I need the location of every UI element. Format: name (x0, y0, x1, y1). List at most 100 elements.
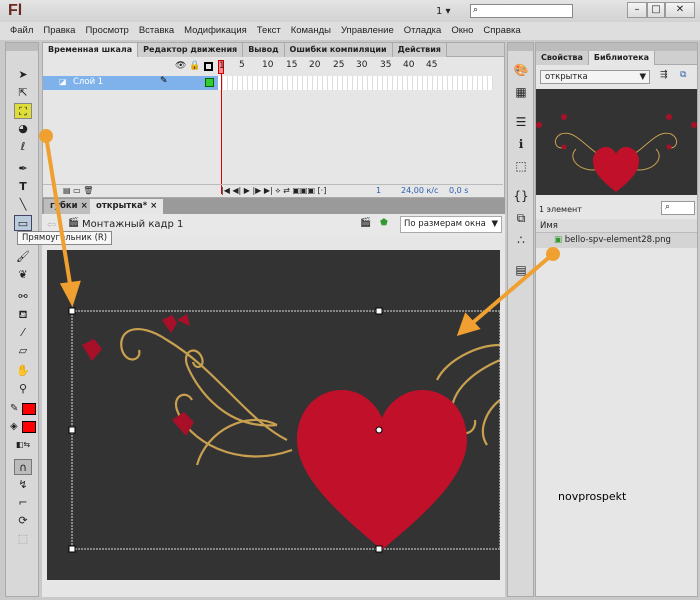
workspace-switcher[interactable]: 1 ▾ (436, 6, 451, 17)
panel-icons-column: 🎨 ▦ ☰ ℹ ⬚ {} ⧉ ∴ ▤ (507, 42, 534, 597)
fill-color-swatch[interactable] (22, 421, 36, 433)
menu-view[interactable]: Просмотр (81, 22, 134, 40)
current-frame[interactable]: 1 (376, 186, 381, 195)
frame-number: 10 (262, 60, 274, 70)
layer-color-swatch[interactable] (205, 78, 214, 87)
library-search-input[interactable]: ⌕ (661, 201, 695, 215)
menu-window[interactable]: Окно (447, 22, 479, 40)
edit-symbol-icon[interactable]: ⬟ (380, 218, 388, 228)
menu-modify[interactable]: Модификация (180, 22, 253, 40)
layer-row[interactable]: ◪ Слой 1 ✎ (43, 76, 218, 90)
menu-edit[interactable]: Правка (39, 22, 81, 40)
lasso-tool-icon[interactable]: ℓ (14, 139, 32, 155)
swatches-icon[interactable]: ▦ (513, 85, 529, 101)
snap-to-objects-icon[interactable]: ∩ (14, 459, 32, 475)
tab-actions[interactable]: Действия (392, 43, 447, 57)
stroke-color-icon: ✎ (10, 403, 19, 414)
playhead[interactable] (221, 74, 222, 194)
movie-explorer-icon[interactable]: ▤ (513, 263, 529, 279)
back-arrow-icon[interactable]: ⇦ (47, 218, 56, 231)
menu-text[interactable]: Текст (253, 22, 287, 40)
tab-timeline[interactable]: Временная шкала (43, 43, 139, 57)
pen-tool-icon[interactable]: ✒ (14, 161, 32, 177)
straighten-icon[interactable]: ⌐ (14, 495, 32, 511)
doc-tab-otkrytka[interactable]: открытка* × (90, 199, 164, 214)
library-item[interactable]: ▣ bello-spv-element28.png (536, 233, 697, 248)
3d-rotation-tool-icon[interactable]: ◕ (14, 121, 32, 137)
close-button[interactable]: ✕ (665, 2, 695, 18)
hand-tool-icon[interactable]: ✋ (14, 363, 32, 379)
rotate-icon[interactable]: ⟳ (14, 513, 32, 529)
lock-icon[interactable]: 🔒 (189, 61, 200, 71)
new-layer-icon[interactable]: ▤ ▭ 🗑 (63, 186, 93, 195)
frame-number: 35 (380, 60, 392, 70)
layer-name[interactable]: Слой 1 (73, 77, 103, 87)
scale-icon[interactable]: ⬚ (14, 531, 32, 547)
tab-library[interactable]: Библиотека (588, 51, 656, 65)
swap-colors-icon[interactable]: ◧⇆ (14, 437, 32, 453)
menu-control[interactable]: Управление (337, 22, 400, 40)
rectangle-tool-icon[interactable]: ▭ (14, 215, 32, 231)
tab-motion-editor[interactable]: Редактор движения (138, 43, 244, 57)
search-icon: ⌕ (473, 5, 479, 15)
library-item-name: bello-spv-element28.png (564, 235, 671, 245)
tab-properties[interactable]: Свойства (536, 51, 589, 65)
free-transform-tool-icon[interactable]: ⛶ (14, 103, 32, 119)
heart (297, 390, 467, 550)
pin-library-icon[interactable]: ⇶ (660, 70, 668, 80)
search-icon: ⌕ (665, 202, 671, 212)
deco-tool-icon[interactable]: ❦ (14, 267, 32, 283)
outline-icon[interactable] (204, 62, 213, 71)
selection-tool-icon[interactable]: ➤ (14, 67, 32, 83)
red-flowers (82, 314, 194, 436)
artwork[interactable] (47, 250, 501, 580)
stage-canvas[interactable] (47, 250, 501, 580)
new-library-icon[interactable]: ⧉ (680, 70, 686, 80)
info-icon[interactable]: ℹ (513, 137, 529, 153)
menu-debug[interactable]: Отладка (400, 22, 448, 40)
paint-bucket-icon[interactable]: ⛾ (14, 307, 32, 323)
tab-compiler-errors[interactable]: Ошибки компиляции (284, 43, 393, 57)
menu-commands[interactable]: Команды (287, 22, 337, 40)
help-search-input[interactable]: ⌕ (470, 4, 573, 18)
align-icon[interactable]: ☰ (513, 115, 529, 131)
eye-icon[interactable]: 👁 (175, 61, 186, 71)
scene-icon: 🎬 (68, 218, 80, 228)
motion-presets-icon[interactable]: ∴ (513, 233, 529, 249)
frame-grid[interactable] (218, 76, 493, 90)
components-icon[interactable]: ⧉ (513, 211, 529, 227)
stage-area (42, 236, 505, 597)
code-snippets-icon[interactable]: {} (513, 189, 529, 205)
column-header-name[interactable]: Имя (536, 219, 697, 233)
timeline-controls: ▤ ▭ 🗑 |◀ ◀| ▶ |▶ ▶| ⟡ ⇄ ▣▣▣ [·] 1 24,00 … (43, 184, 503, 197)
menu-help[interactable]: Справка (479, 22, 526, 40)
minimize-button[interactable]: – (627, 2, 647, 18)
doc-tab-gubki[interactable]: губки × (44, 199, 94, 214)
library-document-select[interactable]: открытка ▼ (540, 70, 650, 84)
line-tool-icon[interactable]: ╲ (14, 197, 32, 213)
menu-file[interactable]: Файл (6, 22, 39, 40)
library-panel: Свойства Библиотека открытка ▼ ⇶ ⧉ 1 элеме… (535, 42, 698, 597)
elapsed-time[interactable]: 0,0 s (449, 186, 468, 195)
zoom-tool-icon[interactable]: ⚲ (14, 381, 32, 397)
transform-icon[interactable]: ⬚ (513, 159, 529, 175)
stroke-color-swatch[interactable] (22, 403, 36, 415)
tab-output[interactable]: Вывод (243, 43, 285, 57)
color-panel-icon[interactable]: 🎨 (513, 63, 529, 79)
frame-rate[interactable]: 24,00 к/с (401, 186, 438, 195)
edit-scene-icon[interactable]: 🎬 (360, 218, 371, 228)
menu-insert[interactable]: Вставка (135, 22, 180, 40)
brush-tool-icon[interactable]: 🖌 (14, 249, 32, 265)
text-tool-icon[interactable]: T (14, 179, 32, 195)
panel-header (536, 43, 697, 51)
maximize-button[interactable]: □ (647, 2, 665, 18)
bone-tool-icon[interactable]: ⚯ (14, 289, 32, 305)
eyedropper-icon[interactable]: ⁄ (14, 325, 32, 341)
subselection-tool-icon[interactable]: ⇱ (14, 85, 32, 101)
zoom-select[interactable]: По размерам окна ▼ (400, 216, 502, 233)
frame-ruler[interactable]: 1 5 10 15 20 25 30 35 40 45 (218, 60, 498, 74)
playback-controls[interactable]: |◀ ◀| ▶ |▶ ▶| ⟡ ⇄ ▣▣▣ [·] (221, 186, 326, 196)
smooth-icon[interactable]: ↯ (14, 477, 32, 493)
tooltip: Прямоугольник (R) (17, 231, 113, 245)
eraser-icon[interactable]: ▱ (14, 343, 32, 359)
